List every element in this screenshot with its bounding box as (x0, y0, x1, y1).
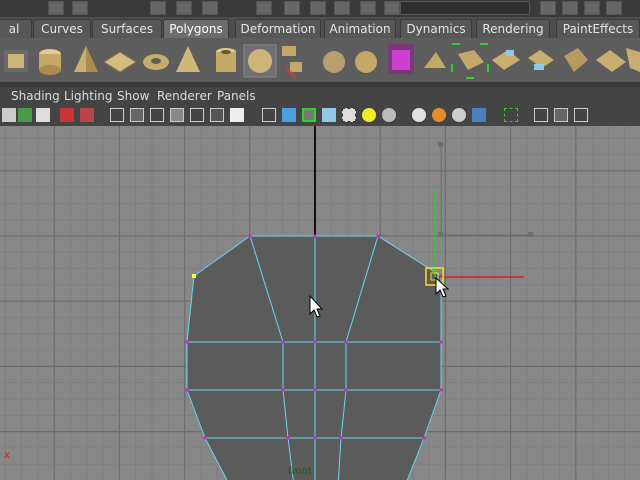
select-mode-icon[interactable] (176, 1, 192, 15)
polygon-mesh[interactable] (185, 234, 443, 480)
mesh-vertex[interactable] (439, 340, 443, 344)
menu-show[interactable]: Show (117, 89, 149, 103)
snap-icon[interactable] (310, 1, 326, 15)
mesh-vertex[interactable] (185, 340, 189, 344)
mesh-vertex[interactable] (439, 388, 443, 392)
2d-pan-zoom-icon[interactable] (80, 108, 94, 122)
manip-plane-handle[interactable] (438, 142, 443, 147)
soccer-ball-icon[interactable] (243, 44, 277, 78)
viewport-front[interactable]: front x (0, 126, 640, 480)
ambient-occlusion-icon[interactable] (452, 108, 466, 122)
mesh-vertex[interactable] (313, 234, 317, 238)
motion-blur-icon[interactable] (472, 108, 486, 122)
mesh-vertex[interactable] (422, 436, 426, 440)
render-icon[interactable] (384, 1, 400, 15)
tab-curves[interactable]: Curves (33, 19, 91, 38)
toolbar-icon[interactable] (562, 1, 578, 15)
isolate-select-icon[interactable] (504, 108, 518, 122)
mesh-vertex[interactable] (313, 340, 317, 344)
smooth-cube-icon[interactable] (388, 44, 414, 74)
mesh-vertex[interactable] (286, 436, 290, 440)
camera-attributes-icon[interactable] (18, 108, 32, 122)
status-icon[interactable] (48, 1, 64, 15)
panel-menu-bar: Shading Lighting Show Renderer Panels (0, 87, 640, 105)
tab-surfaces[interactable]: Surfaces (92, 19, 162, 38)
extrude-icon[interactable] (451, 43, 489, 79)
menu-renderer[interactable]: Renderer (157, 89, 212, 103)
manip-plane-handle[interactable] (438, 232, 443, 237)
safe-title-icon[interactable] (230, 108, 244, 122)
menu-panels[interactable]: Panels (217, 89, 256, 103)
tab-al[interactable]: al (0, 19, 32, 38)
mesh-vertex[interactable] (248, 234, 252, 238)
select-mode-icon[interactable] (202, 1, 218, 15)
all-lights-icon[interactable] (382, 108, 396, 122)
shelf-tabs: al Curves Surfaces Polygons Deformation … (0, 17, 640, 39)
separate-icon[interactable] (323, 51, 345, 73)
wireframe-on-shaded-icon[interactable] (302, 108, 316, 122)
extract-icon[interactable] (355, 51, 377, 73)
gate-mask-icon[interactable] (170, 108, 184, 122)
top-strip (0, 0, 640, 18)
tab-polygons[interactable]: Polygons (163, 19, 229, 38)
image-plane-icon[interactable] (60, 108, 74, 122)
menu-shading[interactable]: Shading (11, 89, 60, 103)
input-field[interactable] (400, 1, 530, 15)
mesh-vertex[interactable] (344, 340, 348, 344)
mesh-vertex[interactable] (376, 234, 380, 238)
sphere-icon[interactable] (4, 50, 28, 72)
toolbar-icon[interactable] (584, 1, 600, 15)
select-camera-icon[interactable] (2, 108, 16, 122)
wireframe-icon[interactable] (262, 108, 276, 122)
snap-icon[interactable] (256, 1, 272, 15)
mesh-vertex[interactable] (281, 340, 285, 344)
bookmark-icon[interactable] (36, 108, 50, 122)
resolution-gate-icon[interactable] (150, 108, 164, 122)
textured-icon[interactable] (342, 108, 356, 122)
menu-lighting[interactable]: Lighting (64, 89, 113, 103)
mesh-face (187, 236, 441, 480)
camera-label: front (288, 466, 312, 477)
mesh-vertex[interactable] (203, 436, 207, 440)
smooth-shade-icon[interactable] (282, 108, 296, 122)
torus-icon[interactable] (143, 54, 169, 70)
hardware-texture-icon[interactable] (432, 108, 446, 122)
default-light-icon[interactable] (362, 108, 376, 122)
selected-vertex[interactable] (192, 274, 196, 278)
toolbar-icon[interactable] (540, 1, 556, 15)
safe-action-icon[interactable] (210, 108, 224, 122)
axis-x-label: x (4, 450, 10, 461)
xray-icon[interactable] (322, 108, 336, 122)
pipe-icon[interactable] (216, 48, 236, 72)
film-gate-icon[interactable] (130, 108, 144, 122)
mesh-vertex[interactable] (339, 436, 343, 440)
xray-joints-icon[interactable] (534, 108, 548, 122)
snap-icon[interactable] (284, 1, 300, 15)
status-icon[interactable] (72, 1, 88, 15)
manip-plane-handle[interactable] (528, 232, 533, 237)
render-icon[interactable] (360, 1, 376, 15)
mesh-vertex[interactable] (185, 388, 189, 392)
panel-toolbar (0, 105, 640, 127)
select-mode-icon[interactable] (150, 1, 166, 15)
mesh-vertex[interactable] (281, 388, 285, 392)
shadows-icon[interactable] (412, 108, 426, 122)
mesh-vertex[interactable] (344, 388, 348, 392)
field-chart-icon[interactable] (190, 108, 204, 122)
tab-dynamics[interactable]: Dynamics (400, 19, 472, 38)
mesh-vertex[interactable] (313, 436, 317, 440)
snap-icon[interactable] (334, 1, 350, 15)
grid-icon[interactable] (110, 108, 124, 122)
tab-animation[interactable]: Animation (324, 19, 396, 38)
polygon-shelf (0, 38, 640, 83)
cylinder-icon[interactable] (39, 49, 61, 75)
tab-rendering[interactable]: Rendering (476, 19, 550, 38)
mesh-vertex[interactable] (313, 388, 317, 392)
toolbar-icon[interactable] (606, 1, 622, 15)
tab-deformation[interactable]: Deformation (235, 19, 321, 38)
tab-painteffects[interactable]: PaintEffects (556, 19, 640, 38)
xray-active-icon[interactable] (554, 108, 568, 122)
manipulator-icon[interactable] (574, 108, 588, 122)
